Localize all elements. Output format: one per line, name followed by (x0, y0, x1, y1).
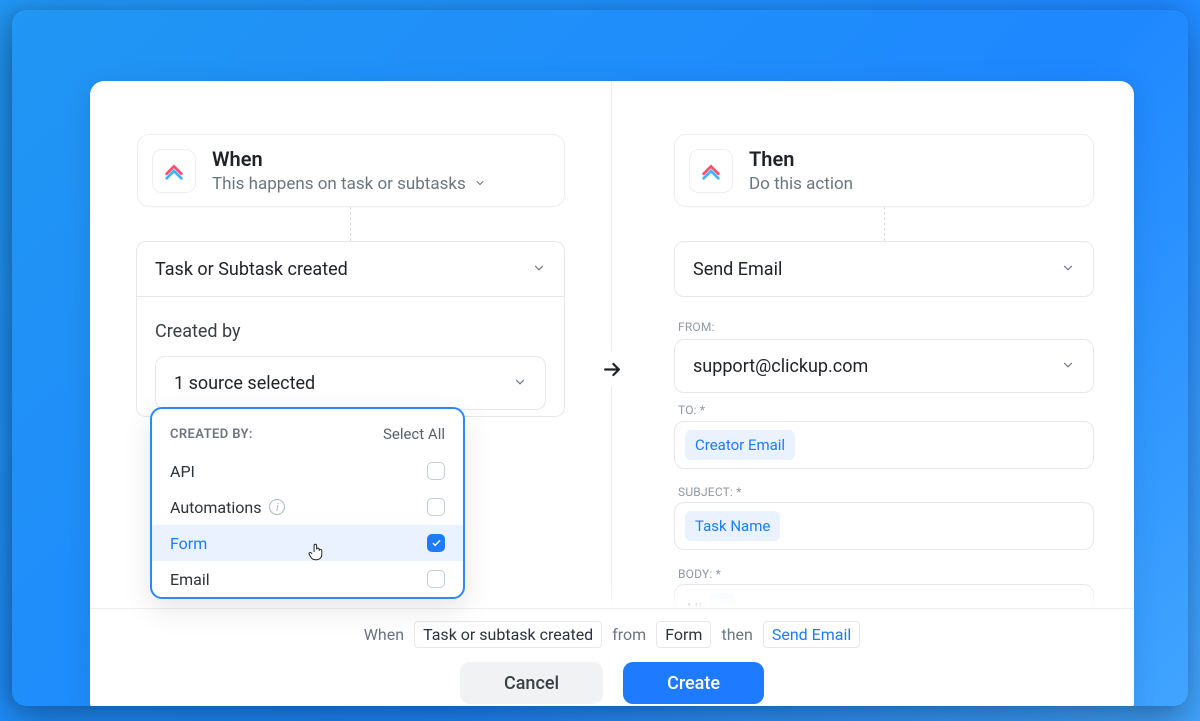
automation-modal: When This happens on task or subtasks Ta… (90, 81, 1134, 706)
dropdown-item-email[interactable]: Email (152, 561, 463, 597)
clickup-logo-icon (152, 149, 196, 193)
to-input[interactable]: Creator Email (674, 421, 1094, 469)
app-background: When This happens on task or subtasks Ta… (0, 0, 1200, 721)
chevron-down-icon (1061, 357, 1075, 376)
when-subtitle: This happens on task or subtasks (212, 174, 466, 194)
summary-sentence: When Task or subtask created from Form t… (364, 621, 861, 648)
subject-input[interactable]: Task Name (674, 502, 1094, 550)
when-column: When This happens on task or subtasks Ta… (90, 81, 612, 607)
source-select[interactable]: 1 source selected (155, 356, 546, 410)
dropdown-item-label: Automations (170, 498, 261, 517)
dropdown-item-api[interactable]: API (152, 453, 463, 489)
window-shadow: When This happens on task or subtasks Ta… (12, 10, 1188, 706)
checkbox-checked-icon[interactable] (427, 534, 445, 552)
checkbox-unchecked-icon[interactable] (427, 462, 445, 480)
action-select[interactable]: Send Email (674, 241, 1094, 297)
select-all-button[interactable]: Select All (383, 425, 445, 443)
when-title: When (212, 147, 546, 172)
summary-source-chip: Form (656, 621, 711, 648)
to-label: TO: * (678, 403, 705, 417)
dropdown-header-label: CREATED BY: (170, 427, 253, 442)
summary-from: from (612, 625, 646, 644)
then-header-card: Then Do this action (674, 134, 1094, 207)
trigger-body: Created by 1 source selected (136, 297, 565, 417)
footer: When Task or subtask created from Form t… (90, 608, 1134, 706)
from-label: FROM: (678, 320, 715, 334)
to-token[interactable]: Creator Email (685, 430, 795, 460)
summary-then: then (721, 625, 752, 644)
connector-line (884, 207, 885, 241)
trigger-select[interactable]: Task or Subtask created (136, 241, 565, 297)
summary-when: When (364, 625, 404, 644)
source-value: 1 source selected (174, 373, 315, 394)
cursor-pointer-icon (308, 543, 324, 565)
connector-line (350, 207, 351, 241)
dropdown-item-automations[interactable]: Automations i (152, 489, 463, 525)
chevron-down-icon (532, 260, 546, 279)
when-header-card: When This happens on task or subtasks (137, 134, 565, 207)
subject-token[interactable]: Task Name (685, 511, 780, 541)
checkbox-unchecked-icon[interactable] (427, 570, 445, 588)
checkbox-unchecked-icon[interactable] (427, 498, 445, 516)
created-by-label: Created by (155, 321, 546, 342)
summary-trigger-chip: Task or subtask created (414, 621, 602, 648)
dropdown-item-label: API (170, 462, 195, 481)
chevron-down-icon[interactable] (474, 174, 486, 194)
dropdown-item-label: Form (170, 534, 207, 553)
cancel-button[interactable]: Cancel (460, 662, 603, 704)
dropdown-item-label: Email (170, 570, 210, 589)
chevron-down-icon (1061, 260, 1075, 279)
from-select[interactable]: support@clickup.com (674, 339, 1094, 393)
info-icon[interactable]: i (269, 499, 285, 515)
trigger-value: Task or Subtask created (155, 259, 348, 280)
subject-label: SUBJECT: * (678, 485, 742, 499)
summary-action-chip: Send Email (763, 621, 860, 648)
arrow-right-icon (595, 352, 630, 387)
from-value: support@clickup.com (693, 356, 868, 377)
then-subtitle: Do this action (749, 174, 1075, 194)
clickup-logo-icon (689, 149, 733, 193)
create-button[interactable]: Create (623, 662, 764, 704)
created-by-dropdown: CREATED BY: Select All API Automations i (150, 407, 465, 599)
chevron-down-icon (513, 374, 527, 393)
columns-wrap: When This happens on task or subtasks Ta… (90, 81, 1134, 607)
then-title: Then (749, 147, 1075, 172)
then-column: Then Do this action Send Email FROM: sup… (612, 81, 1134, 607)
body-label: BODY: * (678, 567, 721, 581)
action-value: Send Email (693, 259, 782, 280)
